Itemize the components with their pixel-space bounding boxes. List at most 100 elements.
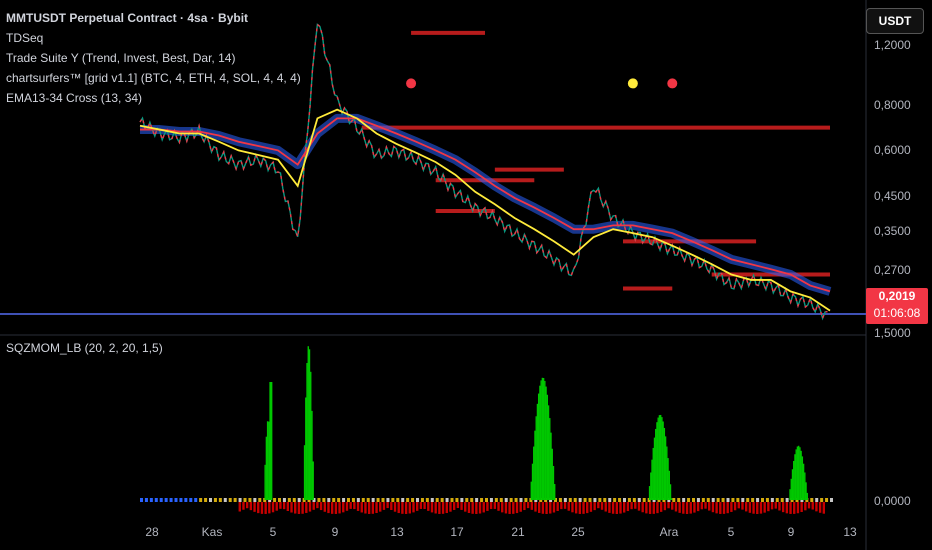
squeeze-dot (765, 498, 769, 502)
momentum-bar-negative (356, 502, 360, 511)
momentum-bar-negative (582, 502, 585, 514)
momentum-bar-negative (623, 502, 626, 513)
momentum-bar-negative (785, 502, 789, 514)
momentum-bar-negative (301, 502, 304, 514)
momentum-bar-positive (531, 463, 534, 500)
momentum-bar-negative (767, 502, 770, 512)
squeeze-dot (721, 498, 725, 502)
squeeze-dot (588, 498, 592, 502)
momentum-bar-negative (752, 502, 755, 514)
momentum-bar-negative (674, 502, 678, 512)
momentum-bar-negative (264, 502, 267, 514)
momentum-bar-positive (669, 484, 672, 500)
signal-dot (667, 78, 678, 89)
momentum-bar-negative (811, 502, 814, 510)
momentum-bar-negative (319, 502, 323, 511)
momentum-bar-negative (423, 502, 426, 509)
squeeze-dot (726, 498, 730, 502)
momentum-bar-negative (693, 502, 696, 513)
momentum-bar-negative (678, 502, 681, 513)
momentum-bar-negative (297, 502, 301, 514)
indicator-trade-suite[interactable]: Trade Suite Y (Trend, Invest, Best, Dar,… (6, 48, 301, 68)
x-tick: 17 (450, 525, 464, 539)
momentum-bar-negative (656, 502, 659, 514)
momentum-bar-negative (390, 502, 393, 510)
squeeze-dot (623, 498, 626, 502)
momentum-bar-negative (257, 502, 260, 514)
squeeze-dot (820, 498, 824, 502)
indicator-sqzmom[interactable]: SQZMOM_LB (20, 2, 20, 1,5) (6, 341, 163, 355)
momentum-bar-negative (774, 502, 777, 509)
squeeze-dot (356, 498, 360, 502)
y-tick: 0,4500 (874, 189, 911, 203)
momentum-bar-negative (608, 502, 611, 513)
squeeze-dot (736, 498, 740, 502)
momentum-bar-negative (634, 502, 637, 509)
squeeze-dot (204, 498, 208, 502)
momentum-bar-negative (578, 502, 582, 514)
squeeze-dot (810, 498, 814, 502)
squeeze-dot (603, 498, 607, 502)
momentum-bar-negative (334, 502, 338, 514)
momentum-bar-negative (486, 502, 489, 511)
momentum-bar-negative (667, 502, 670, 509)
momentum-bar-negative (659, 502, 663, 512)
momentum-bar-positive (554, 484, 556, 500)
momentum-bar-negative (393, 502, 397, 512)
momentum-bar-positive (539, 385, 541, 500)
momentum-bar-negative (364, 502, 367, 514)
symbol-title[interactable]: MMTUSDT Perpetual Contract · 4sa · Bybit (6, 8, 301, 28)
momentum-bar-negative (563, 502, 567, 509)
momentum-bar-positive (802, 463, 805, 500)
squeeze-dot (347, 498, 350, 502)
x-tick: 21 (511, 525, 525, 539)
squeeze-dot (470, 498, 474, 502)
momentum-bar-negative (733, 502, 737, 511)
squeeze-dot (401, 498, 405, 502)
momentum-bar-negative (327, 502, 330, 514)
momentum-bar-positive (793, 460, 795, 500)
squeeze-dot (524, 498, 528, 502)
squeeze-dot (213, 498, 217, 502)
currency-button[interactable]: USDT (866, 8, 924, 34)
indicator-ema-cross[interactable]: EMA13-34 Cross (13, 34) (6, 88, 301, 108)
momentum-bar-positive (268, 421, 270, 500)
momentum-bar-negative (778, 502, 781, 511)
ema-cloud (140, 113, 832, 296)
momentum-bar-negative (630, 502, 633, 510)
momentum-bar-positive (303, 445, 306, 500)
squeeze-dot (741, 498, 745, 502)
momentum-bar-positive (799, 447, 801, 500)
indicator-tdseq[interactable]: TDSeq (6, 28, 301, 48)
momentum-bar-negative (401, 502, 404, 514)
momentum-bar-negative (530, 502, 533, 510)
momentum-bar-negative (685, 502, 689, 514)
momentum-bar-negative (338, 502, 341, 514)
momentum-bar-negative (323, 502, 326, 512)
squeeze-dot (608, 498, 612, 502)
squeeze-dot (756, 498, 760, 502)
momentum-bar-positive (545, 386, 547, 500)
momentum-bar-negative (807, 502, 811, 509)
momentum-bar-positive (540, 380, 542, 500)
squeeze-dot (494, 498, 498, 502)
momentum-bar-negative (545, 502, 548, 514)
last-price-value: 0,2019 (878, 289, 916, 303)
momentum-bar-negative (242, 502, 245, 510)
squeeze-dot (435, 498, 439, 502)
momentum-bar-positive (790, 478, 792, 500)
momentum-bar-positive (796, 446, 799, 500)
indicator-grid[interactable]: chartsurfers™ [grid v1.1] (BTC, 4, ETH, … (6, 68, 301, 88)
momentum-spike (269, 382, 273, 500)
momentum-bar-negative (696, 502, 700, 512)
momentum-bar-negative (382, 502, 386, 510)
momentum-bar-negative (722, 502, 726, 514)
squeeze-dot (578, 498, 582, 502)
squeeze-dot (430, 498, 434, 502)
momentum-bar-negative (349, 502, 352, 509)
momentum-bar-positive (530, 481, 532, 500)
squeeze-dot (233, 498, 237, 502)
squeeze-dot (411, 498, 415, 502)
momentum-bar-positive (671, 498, 673, 500)
momentum-bar-negative (419, 502, 423, 509)
